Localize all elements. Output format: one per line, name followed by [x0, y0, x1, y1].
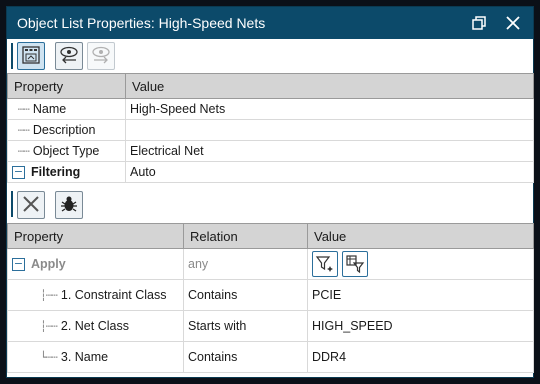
filter-grid: Property Relation Value − Apply any ┆┄┄ 1.… [7, 223, 534, 373]
condition-relation[interactable]: Contains [183, 279, 308, 311]
view-prev-icon [58, 45, 80, 68]
property-value[interactable]: Electrical Net [125, 140, 534, 162]
filter-condition-row[interactable]: └┄┄ 3. Name Contains DDR4 [7, 341, 534, 373]
tree-line: ┆┄┄ [40, 320, 58, 333]
bug-icon [59, 194, 79, 217]
property-value[interactable] [125, 119, 534, 141]
tree-line: ┄┄ [12, 103, 30, 116]
condition-relation[interactable]: Contains [183, 341, 308, 373]
add-filter-button[interactable] [312, 251, 338, 277]
toolbar-grip [11, 191, 13, 217]
properties-grid: Property Value ┄┄ Name High-Speed Nets ┄┄… [7, 73, 534, 183]
toolbar-grip [11, 43, 13, 69]
filter-table-button[interactable] [342, 251, 368, 277]
window-title: Object List Properties: High-Speed Nets [17, 15, 266, 31]
filter-row-apply[interactable]: − Apply any [7, 248, 534, 280]
property-label: Object Type [32, 144, 100, 158]
condition-value[interactable]: PCIE [307, 279, 534, 311]
filter-table-icon [346, 255, 365, 274]
condition-property: 1. Constraint Class [60, 288, 167, 302]
property-label: Filtering [31, 164, 81, 179]
property-value[interactable]: High-Speed Nets [125, 98, 534, 120]
view-next-button[interactable] [87, 42, 115, 70]
view-next-icon [90, 45, 112, 68]
object-toolbar [7, 39, 533, 73]
property-label: Name [32, 102, 67, 116]
condition-relation[interactable]: Starts with [183, 310, 308, 342]
restore-icon[interactable] [469, 13, 489, 33]
object-list-properties-window: Object List Properties: High-Speed Nets [6, 6, 534, 378]
filter-sparkle-icon [315, 256, 333, 272]
filter-condition-row[interactable]: ┆┄┄ 2. Net Class Starts with HIGH_SPEED [7, 310, 534, 342]
clear-filter-icon [21, 194, 41, 217]
condition-property: 3. Name [60, 350, 109, 364]
object-list-button[interactable] [17, 42, 45, 70]
condition-property: 2. Net Class [60, 319, 129, 333]
tree-line: ┆┄┄ [40, 289, 58, 302]
filter-condition-row[interactable]: ┆┄┄ 1. Constraint Class Contains PCIE [7, 279, 534, 311]
property-label: Description [32, 123, 96, 137]
property-row-name[interactable]: ┄┄ Name High-Speed Nets [7, 98, 534, 120]
property-row-object-type[interactable]: ┄┄ Object Type Electrical Net [7, 140, 534, 162]
filter-relation-column-header[interactable]: Relation [183, 223, 308, 249]
close-icon[interactable] [503, 13, 523, 33]
collapse-icon[interactable]: − [12, 166, 25, 180]
condition-value[interactable]: HIGH_SPEED [307, 310, 534, 342]
filter-toolbar [7, 187, 533, 223]
view-prev-button[interactable] [55, 42, 83, 70]
property-row-filtering[interactable]: − Filtering Auto [7, 161, 534, 183]
condition-value[interactable]: DDR4 [307, 341, 534, 373]
apply-label: Apply [31, 256, 66, 271]
filter-value-column-header[interactable]: Value [307, 223, 534, 249]
property-value[interactable]: Auto [125, 161, 534, 183]
property-column-header[interactable]: Property [7, 73, 126, 99]
property-row-description[interactable]: ┄┄ Description [7, 119, 534, 141]
collapse-icon[interactable]: − [12, 258, 25, 272]
title-bar: Object List Properties: High-Speed Nets [7, 7, 533, 39]
tree-line: └┄┄ [40, 351, 58, 364]
apply-relation[interactable]: any [183, 248, 308, 280]
object-list-icon [21, 45, 41, 68]
tree-line: ┄┄ [12, 145, 30, 158]
value-column-header[interactable]: Value [125, 73, 534, 99]
clear-filter-button[interactable] [17, 191, 45, 219]
filter-property-column-header[interactable]: Property [7, 223, 184, 249]
debug-button[interactable] [55, 191, 83, 219]
tree-line: ┄┄ [12, 124, 30, 137]
